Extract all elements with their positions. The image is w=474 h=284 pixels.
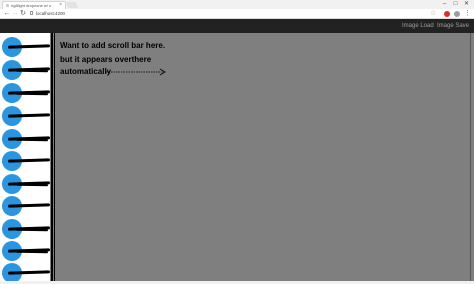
annotation-text: but it appears overthere — [60, 55, 152, 64]
sidebar-thumbnail[interactable] — [2, 219, 50, 239]
scribble-mark — [7, 158, 50, 163]
favicon-icon — [6, 4, 9, 7]
image-load-link[interactable]: Image Load — [402, 19, 434, 33]
sidebar-thumbnail[interactable] — [2, 263, 50, 283]
browser-tab[interactable]: ng8light dropzone w/ o × — [2, 1, 66, 9]
canvas-area[interactable]: Want to add scroll bar here. but it appe… — [56, 33, 466, 284]
tab-close-icon[interactable]: × — [59, 2, 62, 9]
main-content: Want to add scroll bar here. but it appe… — [0, 33, 474, 284]
image-save-link[interactable]: Image Save — [437, 19, 469, 33]
sidebar-thumbnail[interactable] — [2, 37, 50, 57]
tab-title: ng8light dropzone w/ o — [11, 3, 52, 8]
sidebar-thumbnail[interactable] — [2, 83, 50, 103]
back-button[interactable]: ← — [3, 9, 11, 18]
address-bar[interactable]: localhost:4200 — [28, 10, 442, 17]
scrollbar-track-line — [54, 33, 55, 284]
annotation-text: Want to add scroll bar here. — [60, 41, 166, 50]
scrollbar-thumb[interactable] — [470, 33, 471, 284]
sidebar-thumbnail[interactable] — [2, 241, 50, 261]
sidebar-thumbnail[interactable] — [2, 129, 50, 149]
sidebar-thumbnail[interactable] — [2, 151, 50, 171]
tab-strip: ng8light dropzone w/ o × – □ ✕ — [0, 0, 474, 9]
bookmark-star-icon[interactable]: ☆ — [430, 10, 436, 18]
sidebar-thumbnail[interactable] — [2, 174, 50, 194]
window-controls: – □ ✕ — [439, 0, 472, 8]
scribble-mark — [7, 270, 50, 275]
minimize-button[interactable]: – — [439, 0, 450, 8]
page-icon — [30, 11, 33, 15]
extension-icon-secondary[interactable] — [454, 11, 460, 17]
maximize-button[interactable]: □ — [450, 0, 461, 8]
app-navbar: Image Load Image Save — [0, 19, 474, 33]
new-tab-button[interactable] — [65, 2, 79, 8]
browser-toolbar: ← → ↻ localhost:4200 — [0, 9, 474, 19]
page-scrollbar[interactable] — [466, 33, 474, 284]
sidebar-thumbnail[interactable] — [2, 196, 50, 216]
scribble-mark — [7, 203, 50, 208]
close-window-button[interactable]: ✕ — [461, 0, 472, 8]
image-sidebar[interactable] — [0, 33, 50, 284]
forward-button[interactable]: → — [11, 9, 19, 18]
scrollbar-track-line — [51, 33, 53, 284]
browser-menu-icon[interactable]: ⋮ — [464, 9, 471, 19]
scribble-mark — [7, 113, 50, 118]
scribble-mark — [7, 44, 50, 49]
url-text: localhost:4200 — [36, 11, 66, 16]
browser-window: ng8light dropzone w/ o × – □ ✕ ← → ↻ loc… — [0, 0, 474, 284]
sidebar-thumbnail[interactable] — [2, 106, 50, 126]
annotation-arrow-icon — [106, 68, 166, 76]
reload-button[interactable]: ↻ — [19, 9, 27, 18]
extension-icon[interactable] — [444, 11, 450, 17]
sidebar-thumbnail[interactable] — [2, 60, 50, 80]
